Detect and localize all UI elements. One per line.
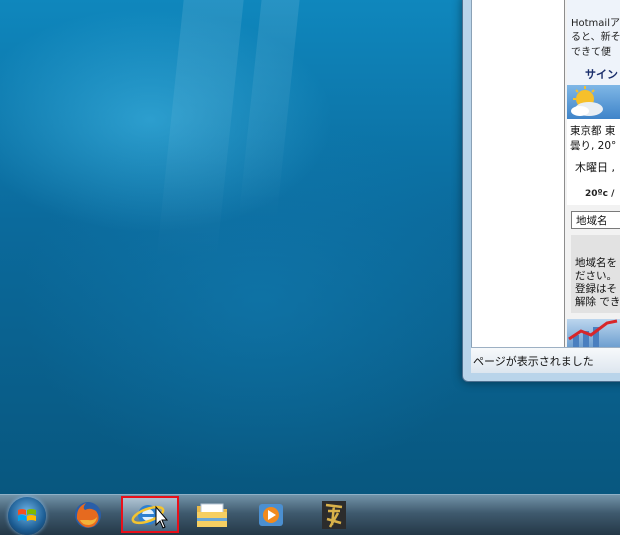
region-note-line: 解除 でき [575,296,620,308]
status-text: ページが表示されました [473,355,594,368]
calligraphy-app-icon [322,501,346,529]
hotmail-text-line: Hotmailア [571,18,620,29]
stock-banner [567,319,620,347]
weather-day: 木曜日 , [575,161,615,174]
region-note: 地域名を ださい。 登録はそ 解除 でき [571,235,620,313]
windows-logo-icon [18,509,36,521]
weather-temp: 20ºc / [585,189,615,199]
start-button[interactable] [8,497,46,535]
firefox-icon [75,502,101,528]
status-bar: ページが表示されました [471,347,620,373]
weather-info: 東京都 東 曇り, 20° 木曜日 , 20ºc / [567,119,620,205]
sun-cloud-icon [571,86,603,116]
hotmail-promo: Hotmailア ると、新そ できて便 サイン [567,0,620,86]
taskbar [0,494,620,535]
internet-explorer-icon [131,504,169,529]
chart-trend-icon [568,319,618,347]
region-name-input[interactable] [571,211,620,229]
taskbar-internet-explorer[interactable] [121,496,179,533]
taskbar-windows-explorer[interactable] [184,496,240,534]
taskbar-media-player[interactable] [243,496,299,534]
sidebar-panel: Hotmailア ると、新そ できて便 サイン 東京都 東 曇り, 20° 木曜… [564,0,620,347]
hotmail-text-line: できて便 [571,47,611,58]
weather-banner [567,85,620,119]
media-player-icon [259,504,283,526]
signin-link[interactable]: サイン [585,66,618,82]
taskbar-app[interactable] [306,496,362,534]
hotmail-text-line: ると、新そ [571,32,620,43]
taskbar-firefox[interactable] [60,496,116,534]
weather-condition: 曇り, 20° [570,140,617,152]
wallpaper-light-streak [156,0,244,260]
internet-explorer-window[interactable]: Hotmailア ると、新そ できて便 サイン 東京都 東 曇り, 20° 木曜… [462,0,620,382]
folder-icon [197,503,227,527]
weather-city: 東京都 東 [570,125,616,137]
wallpaper-light-streak [238,0,300,220]
page-content-area[interactable] [471,0,564,347]
